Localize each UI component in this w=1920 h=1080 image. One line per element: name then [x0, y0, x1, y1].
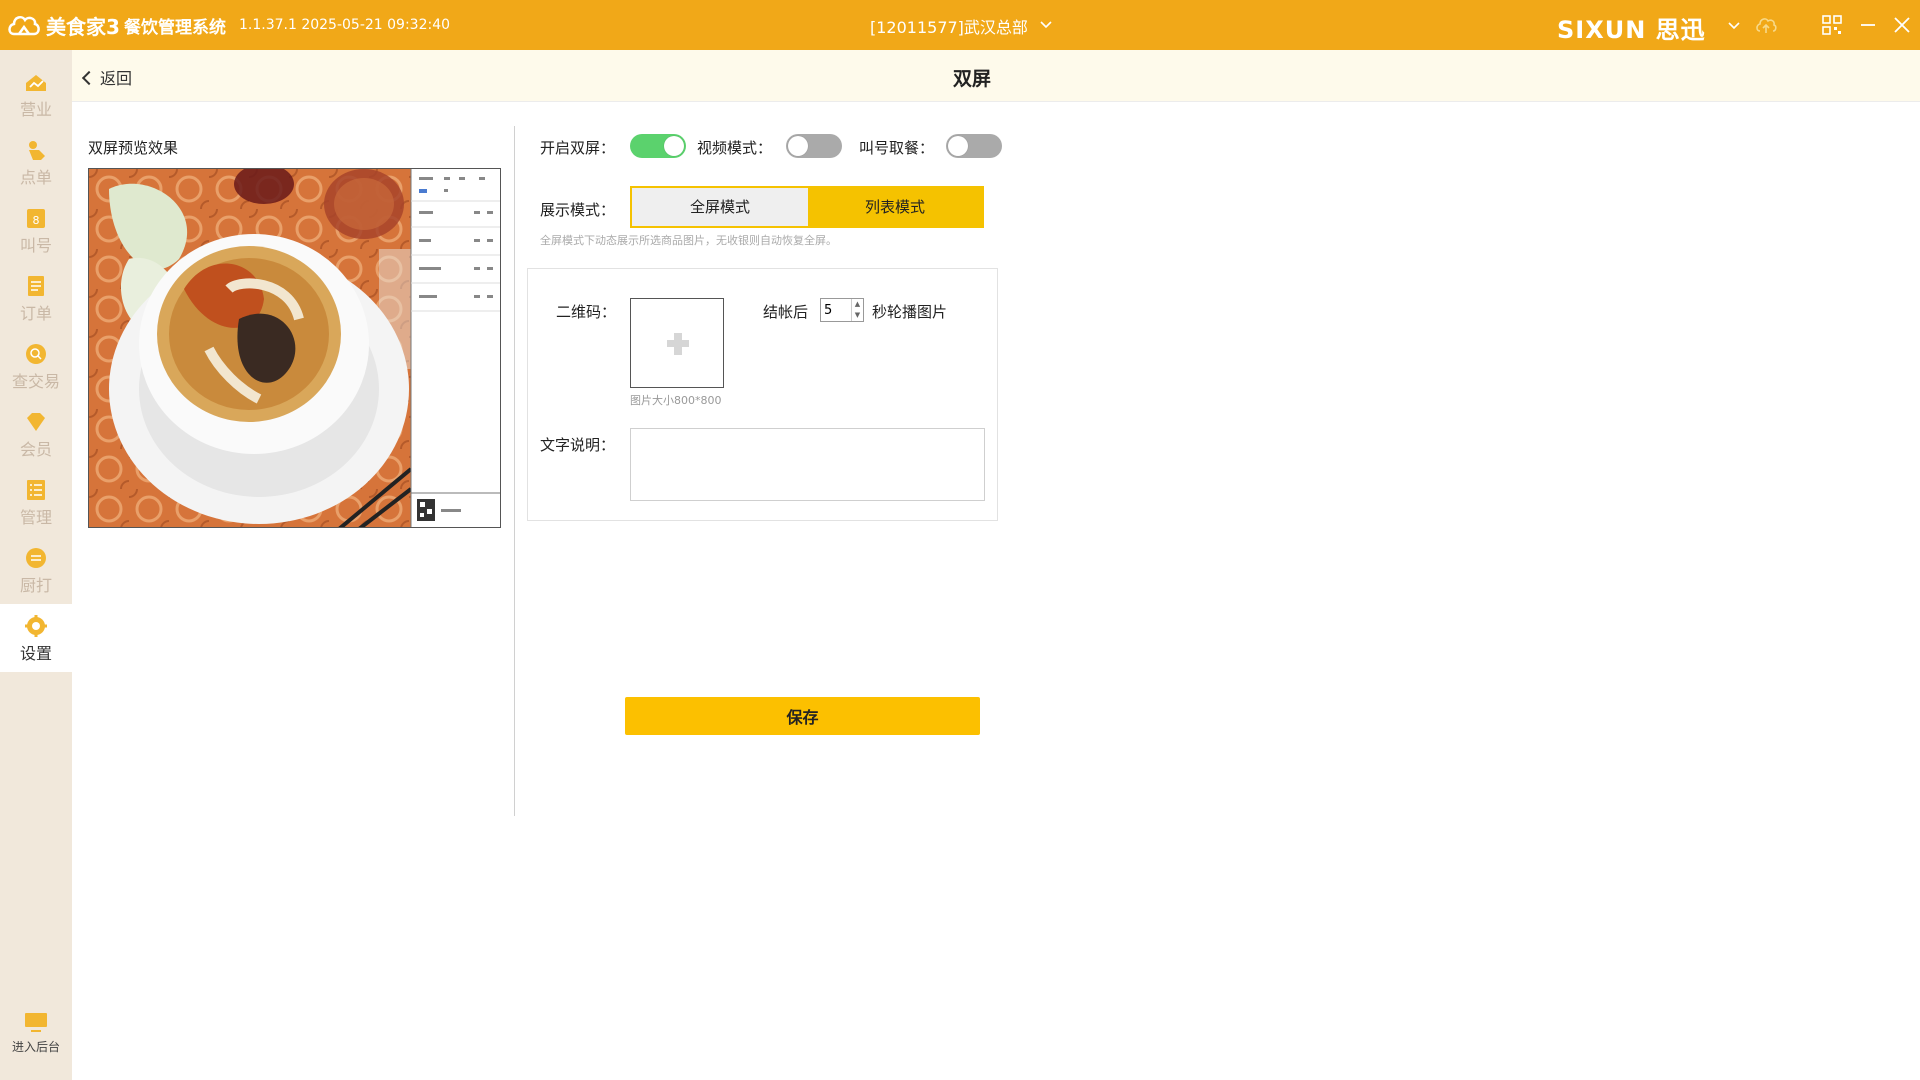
- display-mode-hint: 全屏模式下动态展示所选商品图片，无收银则自动恢复全屏。: [540, 234, 837, 247]
- brand-name: 美食家3: [46, 15, 120, 39]
- dual-screen-preview: [88, 168, 501, 528]
- seconds-input[interactable]: [821, 299, 851, 321]
- rotate-label: 秒轮播图片: [872, 303, 948, 321]
- preview-image: [89, 169, 500, 527]
- image-size-hint: 图片大小800*800: [630, 394, 722, 407]
- save-button[interactable]: 保存: [625, 697, 980, 735]
- chevron-down-icon[interactable]: [1038, 17, 1054, 33]
- sidebar-item-label: 设置: [19, 644, 52, 663]
- seconds-stepper: ▲ ▼: [820, 298, 864, 322]
- backend-label: 进入后台: [11, 1040, 60, 1054]
- business-icon: [26, 75, 46, 91]
- sidebar-item-transaction-search[interactable]: 查交易: [0, 332, 72, 400]
- minimize-icon[interactable]: [1856, 13, 1880, 37]
- cloud-logo-icon: [8, 15, 40, 36]
- sidebar-item-management[interactable]: 管理: [0, 468, 72, 536]
- member-icon: [27, 413, 45, 431]
- qrcode-icon[interactable]: [1820, 13, 1844, 37]
- page-title: 双屏: [952, 68, 991, 90]
- svg-text:8: 8: [33, 214, 40, 227]
- settings-icon: [25, 615, 47, 637]
- page-header: 返回 双屏: [72, 50, 1920, 102]
- sidebar-item-member[interactable]: 会员: [0, 400, 72, 468]
- close-icon[interactable]: [1890, 13, 1914, 37]
- preview-label: 双屏预览效果: [88, 139, 179, 157]
- mode-fullscreen-option[interactable]: 全屏模式: [632, 188, 808, 226]
- sidebar-item-label: 订单: [19, 304, 52, 323]
- chevron-down-icon[interactable]: [1722, 13, 1746, 37]
- text-desc-label: 文字说明：: [540, 436, 616, 454]
- qrcode-upload[interactable]: [630, 298, 724, 388]
- call-pickup-label: 叫号取餐：: [859, 139, 935, 157]
- sidebar-item-order[interactable]: 点单: [0, 128, 72, 196]
- sidebar-item-label: 叫号: [19, 236, 52, 255]
- video-mode-toggle[interactable]: [786, 134, 842, 158]
- transaction-search-icon: [26, 344, 46, 364]
- video-mode-label: 视频模式：: [697, 139, 773, 157]
- backend-entry[interactable]: 进入后台: [0, 1010, 72, 1055]
- enable-dual-label: 开启双屏：: [540, 139, 616, 157]
- mode-list-option[interactable]: 列表模式: [808, 188, 982, 226]
- order-icon: [29, 141, 45, 160]
- title-bar: 美食家3 餐饮管理系统 1.1.37.1 2025-05-21 09:32:40…: [0, 0, 1920, 50]
- version-text: 1.1.37.1 2025-05-21 09:32:40: [239, 17, 451, 33]
- sidebar-item-label: 会员: [19, 440, 52, 459]
- call-number-icon: 8: [27, 209, 45, 228]
- orders-icon: [28, 276, 44, 296]
- sidebar-item-orders[interactable]: 订单: [0, 264, 72, 332]
- after-checkout-label: 结帐后: [763, 303, 809, 321]
- sidebar: 营业 点单 8 叫号 订单 查交易 会员 管理 厨打 设置 进入后台: [0, 50, 72, 1080]
- sidebar-item-call-number[interactable]: 8 叫号: [0, 196, 72, 264]
- company-logo: SIXUN 思迅: [1557, 16, 1706, 44]
- sidebar-item-kitchen-print[interactable]: 厨打: [0, 536, 72, 604]
- backend-icon: [25, 1013, 47, 1032]
- kitchen-print-icon: [26, 548, 46, 568]
- sidebar-item-label: 点单: [19, 168, 52, 187]
- text-desc-input[interactable]: [630, 428, 985, 501]
- system-name: 餐饮管理系统: [124, 18, 226, 38]
- sidebar-item-label: 查交易: [11, 372, 60, 391]
- management-icon: [27, 480, 45, 500]
- sidebar-item-label: 厨打: [19, 576, 52, 595]
- call-pickup-toggle[interactable]: [946, 134, 1002, 158]
- cloud-upload-icon[interactable]: [1754, 13, 1778, 37]
- store-selector[interactable]: [12011577]武汉总部: [870, 14, 1028, 38]
- sidebar-item-business[interactable]: 营业: [0, 60, 72, 128]
- display-mode-label: 展示模式：: [540, 201, 616, 219]
- stepper-up-icon[interactable]: ▲: [852, 299, 863, 310]
- sidebar-item-settings[interactable]: 设置: [0, 604, 72, 672]
- stepper-down-icon[interactable]: ▼: [852, 310, 863, 321]
- enable-dual-toggle[interactable]: [630, 134, 686, 158]
- sidebar-item-label: 管理: [19, 508, 52, 527]
- qrcode-label: 二维码：: [556, 303, 617, 321]
- display-mode-segmented: 全屏模式 列表模式: [630, 186, 984, 228]
- vertical-divider: [514, 126, 515, 816]
- sidebar-item-label: 营业: [19, 100, 52, 119]
